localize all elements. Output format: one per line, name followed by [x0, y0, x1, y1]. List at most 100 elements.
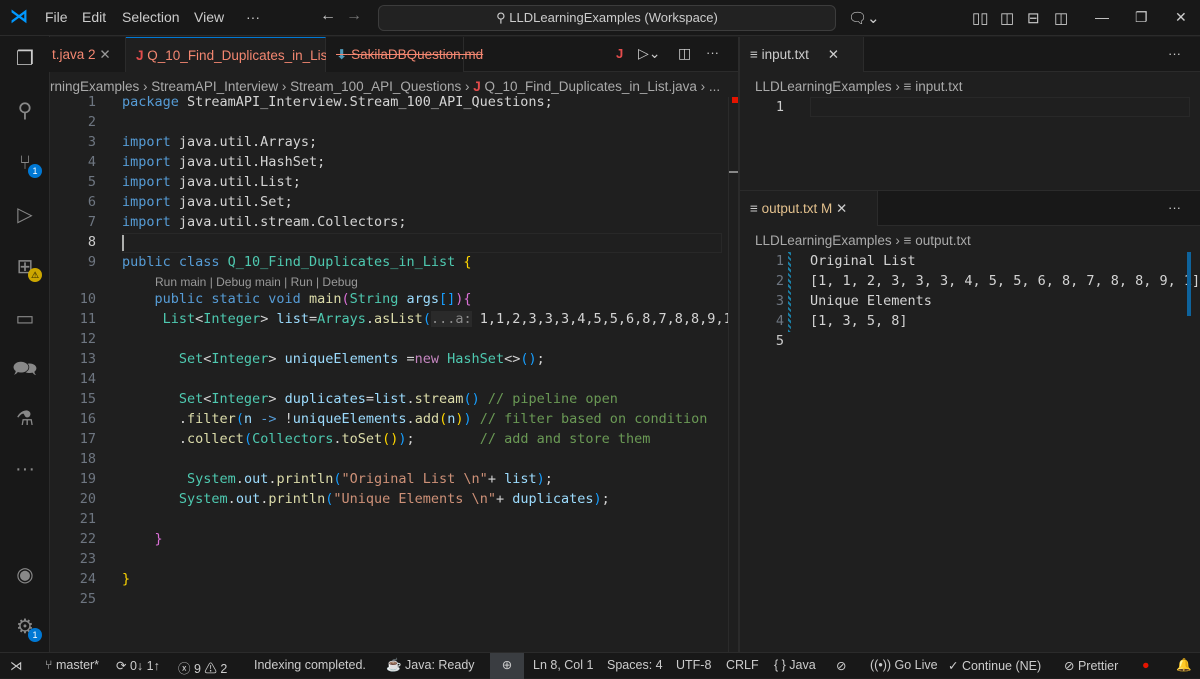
menu-file[interactable]: File: [45, 9, 68, 25]
code-token: []: [439, 291, 456, 307]
code-line[interactable]: Set<Integer> duplicates=list.stream() //…: [122, 391, 618, 407]
customize-layout-icon[interactable]: ▯▯: [972, 9, 989, 27]
close-icon[interactable]: ✕: [99, 47, 110, 62]
code-line[interactable]: System.out.println("Unique Elements \n"+…: [122, 491, 610, 507]
breadcrumb-item[interactable]: Stream_100_API_Questions: [290, 79, 461, 94]
output-line[interactable]: Original List: [810, 253, 916, 269]
back-arrow-icon[interactable]: ←: [320, 7, 336, 25]
menu-edit[interactable]: Edit: [82, 9, 106, 25]
code-line[interactable]: .filter(n -> !uniqueElements.add(n)) // …: [122, 411, 707, 427]
code-line[interactable]: .collect(Collectors.toSet()); // add and…: [122, 431, 651, 447]
prettier-status[interactable]: ⊘ Prettier: [1064, 658, 1118, 673]
close-icon[interactable]: ✕: [828, 47, 839, 62]
extensions-icon[interactable]: ⊞ ⚠: [12, 254, 42, 282]
line-ending[interactable]: CRLF: [726, 658, 759, 672]
code-line[interactable]: public class Q_10_Find_Duplicates_in_Lis…: [122, 254, 472, 270]
explorer-icon[interactable]: ❐: [12, 46, 38, 72]
output-line[interactable]: Unique Elements: [810, 293, 932, 309]
menu-selection[interactable]: Selection: [122, 9, 180, 25]
output-scrollbar[interactable]: [1187, 252, 1191, 316]
zoom-icon[interactable]: ⊕: [490, 653, 524, 679]
tab-output-txt[interactable]: ≡ output.txt M ✕: [740, 191, 878, 226]
encoding[interactable]: UTF-8: [676, 658, 711, 672]
run-debug-icon[interactable]: ▷: [12, 202, 38, 228]
cursor-position[interactable]: Ln 8, Col 1: [533, 658, 593, 672]
code-token: ): [536, 471, 545, 487]
restore-icon[interactable]: ❐: [1135, 9, 1148, 26]
tab-sakila-md[interactable]: ⬇ SakilaDBQuestion.md: [326, 37, 483, 72]
code-line[interactable]: import java.util.HashSet;: [122, 154, 325, 170]
code-line[interactable]: }: [122, 571, 130, 587]
code-line[interactable]: public static void main(String args[]){: [122, 291, 472, 307]
more-actions-icon[interactable]: ···: [1168, 200, 1181, 215]
line-number: 4: [775, 313, 784, 329]
problems-status[interactable]: ⓧ 9 ⚠ 2: [178, 658, 227, 677]
notifications-bell-icon[interactable]: 🔔: [1176, 658, 1192, 673]
java-status[interactable]: ☕ Java: Ready: [386, 658, 475, 673]
input-line-1[interactable]: [810, 97, 1190, 117]
breadcrumb-item[interactable]: StreamAPI_Interview: [151, 79, 278, 94]
tab-previous-java[interactable]: t.java 2 ✕: [42, 37, 126, 72]
settings-gear-icon[interactable]: ⚙ 1: [12, 614, 42, 642]
code-line[interactable]: import java.util.Arrays;: [122, 134, 317, 150]
sync-status[interactable]: ⟳ 0↓ 1↑: [116, 658, 160, 673]
code-token: filter: [187, 411, 236, 427]
toggle-panel-icon[interactable]: ⊟: [1027, 9, 1040, 27]
chat-icon[interactable]: 🗪: [12, 356, 38, 382]
breadcrumb-item[interactable]: ...: [709, 79, 720, 94]
code-token: Integer: [211, 391, 269, 407]
indentation[interactable]: Spaces: 4: [607, 658, 663, 672]
source-control-icon[interactable]: ⑂ 1: [12, 150, 42, 178]
copilot-chat-icon[interactable]: 🗨⌄: [848, 9, 880, 27]
toggle-secondary-sidebar-icon[interactable]: ◫: [1054, 9, 1068, 27]
toggle-sidebar-icon[interactable]: ◫: [1000, 9, 1014, 27]
code-line[interactable]: package StreamAPI_Interview.Stream_100_A…: [122, 94, 553, 110]
text-file-icon: ≡: [750, 47, 758, 62]
output-line[interactable]: [1, 1, 2, 3, 3, 3, 4, 5, 5, 6, 8, 7, 8, …: [810, 273, 1200, 289]
accessibility-icon[interactable]: ⊘: [836, 658, 846, 673]
codelens-run-debug[interactable]: Run main | Debug main | Run | Debug: [155, 275, 358, 289]
continue-status[interactable]: ✓ Continue (NE): [948, 658, 1041, 673]
tab-q10-java[interactable]: J Q_10_Find_Duplicates_in_List.java 2 ✕: [126, 37, 386, 72]
more-views-icon[interactable]: ···: [12, 456, 38, 482]
menu-more[interactable]: ···: [246, 9, 260, 25]
forward-arrow-icon[interactable]: →: [346, 7, 362, 25]
breadcrumb-item[interactable]: input.txt: [915, 79, 962, 94]
command-center-search[interactable]: ⚲ LLDLearningExamples (Workspace): [378, 5, 836, 31]
breadcrumb-item[interactable]: LLDLearningExamples: [755, 233, 892, 248]
scrollbar[interactable]: [728, 97, 739, 652]
branch-status[interactable]: ⑂ master*: [45, 658, 99, 672]
title-bar: ⋊ File Edit Selection View ··· ← → ⚲ LLD…: [0, 0, 1200, 36]
tab-input-txt[interactable]: ≡ input.txt ✕: [740, 37, 864, 72]
more-actions-icon[interactable]: ···: [706, 45, 719, 60]
copilot-error-icon[interactable]: ●: [1142, 658, 1150, 672]
minimize-icon[interactable]: —: [1095, 9, 1109, 25]
indexing-status[interactable]: Indexing completed.: [254, 658, 366, 672]
breadcrumb-item[interactable]: LLDLearningExamples: [755, 79, 892, 94]
breadcrumb-item[interactable]: output.txt: [915, 233, 971, 248]
remote-icon[interactable]: ⋊: [10, 658, 23, 673]
code-line[interactable]: import java.util.List;: [122, 174, 301, 190]
code-line[interactable]: Set<Integer> uniqueElements =new HashSet…: [122, 351, 545, 367]
menu-view[interactable]: View: [194, 9, 224, 25]
code-line[interactable]: import java.util.Set;: [122, 194, 293, 210]
code-line[interactable]: List<Integer> list=Arrays.asList(...a: 1…: [122, 311, 740, 327]
output-line[interactable]: [1, 3, 5, 8]: [810, 313, 908, 329]
run-button-icon[interactable]: ▷⌄: [638, 45, 661, 62]
search-icon[interactable]: ⚲: [12, 98, 38, 124]
close-icon[interactable]: ✕: [836, 201, 847, 216]
go-live[interactable]: ((•)) Go Live: [870, 658, 938, 672]
more-actions-icon[interactable]: ···: [1168, 46, 1181, 61]
breadcrumb-item[interactable]: Q_10_Find_Duplicates_in_List.java: [485, 79, 697, 94]
remote-explorer-icon[interactable]: ▭: [12, 306, 38, 332]
code-line[interactable]: import java.util.stream.Collectors;: [122, 214, 406, 230]
split-editor-icon[interactable]: ◫: [678, 45, 691, 62]
breadcrumb-item[interactable]: rningExamples: [50, 79, 139, 94]
language-mode[interactable]: { } Java: [774, 658, 816, 672]
testing-icon[interactable]: ⚗: [12, 406, 38, 432]
code-line[interactable]: System.out.println("Original List \n"+ l…: [122, 471, 553, 487]
code-line[interactable]: }: [122, 531, 163, 547]
accounts-icon[interactable]: ◉: [12, 562, 38, 588]
close-window-icon[interactable]: ✕: [1175, 9, 1187, 26]
line-number: 25: [79, 591, 96, 607]
